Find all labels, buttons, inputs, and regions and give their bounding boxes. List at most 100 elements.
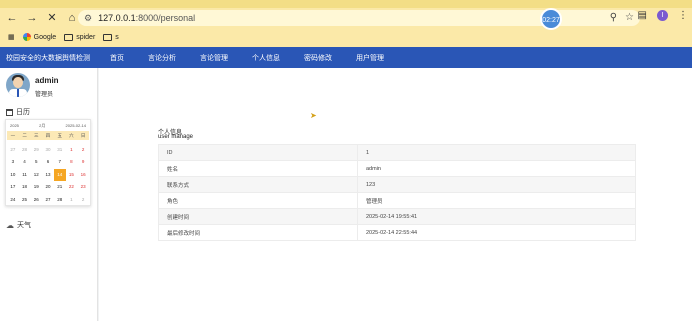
month-select[interactable]: 2月	[39, 123, 45, 129]
calendar-day[interactable]: 2	[77, 144, 89, 157]
menu-home[interactable]: 首页	[110, 53, 124, 63]
table-row: 联系方式 123	[158, 176, 636, 193]
calendar-day[interactable]: 24	[7, 194, 19, 207]
calendar-weekday: 一	[7, 131, 19, 140]
calendar-day[interactable]: 4	[19, 156, 31, 169]
bookmark-google[interactable]: Google	[22, 33, 56, 41]
calendar-day[interactable]: 31	[54, 144, 66, 157]
user-role: 管理员	[35, 92, 54, 98]
url-host: 127.0.0.1	[98, 13, 136, 23]
personal-info-table: ID 1 姓名 admin 联系方式 123 角色 管理员 创建时间 2025-02-14 19:…	[158, 144, 636, 241]
calendar-day-today[interactable]: 14	[53, 168, 66, 181]
table-row: 创建时间 2025-02-14 19:55:41	[158, 208, 636, 225]
avatar	[6, 73, 30, 97]
menu-kebab-icon[interactable]: ⋮	[678, 10, 688, 21]
field-label: 角色	[158, 192, 358, 209]
calendar-day[interactable]: 28	[19, 144, 31, 157]
calendar-day[interactable]: 1	[66, 194, 78, 207]
calendar-weekday: 四	[42, 131, 54, 140]
calendar-day[interactable]: 5	[30, 156, 42, 169]
calendar-day[interactable]: 12	[30, 169, 42, 182]
table-row: 最后修改时间 2025-02-14 22:55:44	[158, 224, 636, 241]
year-select[interactable]: 2025	[10, 123, 19, 128]
calendar-day[interactable]: 7	[54, 156, 66, 169]
site-info-icon[interactable]: ⚙	[84, 13, 92, 24]
table-row: ID 1	[158, 144, 636, 161]
calendar-day[interactable]: 29	[30, 144, 42, 157]
menu-password[interactable]: 密码修改	[304, 53, 332, 63]
forward-icon[interactable]: →	[24, 10, 40, 26]
folder-icon	[64, 33, 74, 41]
field-value: 2025-02-14 19:55:41	[357, 208, 636, 225]
calendar-day[interactable]: 15	[66, 169, 78, 182]
calendar-day[interactable]: 30	[42, 144, 54, 157]
zoom-icon[interactable]: ⚲	[610, 12, 617, 23]
calendar-day[interactable]: 17	[7, 181, 19, 194]
bookmarks-bar: ▦ Google spider s	[0, 30, 692, 44]
bookmark-spider[interactable]: spider	[64, 33, 95, 41]
calendar-day[interactable]: 26	[30, 194, 42, 207]
calendar-weekday: 日	[77, 131, 89, 140]
calendar-day[interactable]: 27	[42, 194, 54, 207]
calendar-day[interactable]: 11	[19, 169, 31, 182]
table-row: 角色 管理员	[158, 192, 636, 209]
field-label: ID	[158, 144, 358, 161]
field-value: 2025-02-14 22:55:44	[357, 224, 636, 241]
calendar-day[interactable]: 13	[42, 169, 54, 182]
apps-icon[interactable]: ▦	[8, 33, 15, 41]
stop-icon[interactable]: ✕	[44, 10, 60, 26]
calendar-day[interactable]: 3	[7, 156, 19, 169]
calendar-day[interactable]: 20	[42, 181, 54, 194]
field-label: 姓名	[158, 160, 358, 177]
google-icon	[22, 33, 31, 41]
menu-speech-manage[interactable]: 言论管理	[200, 53, 228, 63]
profile-avatar[interactable]: I	[657, 10, 668, 21]
calendar-grid: 一二三四五六日 27 28 29 30 31 1 2 3 4 5 6 7 8 9 10 11 12 13 14 15 16…	[6, 131, 90, 206]
field-value: 123	[357, 176, 636, 193]
calendar-day[interactable]: 27	[7, 144, 19, 157]
field-label: 联系方式	[158, 176, 358, 193]
cloud-icon: ☁	[6, 220, 14, 230]
field-value: 1	[357, 144, 636, 161]
calendar-weekday: 三	[30, 131, 43, 140]
sidebar: admin 管理员 日历 2025 2月 2025-02-14 一二三四五六日2…	[0, 68, 98, 321]
url-path: :8000/personal	[135, 13, 196, 23]
app-title: 校园安全的大数据舆情检测	[6, 54, 90, 62]
calendar-day[interactable]: 21	[54, 181, 66, 194]
calendar-day[interactable]: 10	[7, 169, 19, 182]
calendar-day[interactable]: 28	[54, 194, 66, 207]
app-header: 校园安全的大数据舆情检测 首页 言论分析 言论管理 个人信息 密码修改 用户管理	[0, 47, 692, 68]
field-value: admin	[357, 160, 636, 177]
folder-icon	[103, 33, 113, 41]
calendar-weekday: 五	[53, 131, 66, 140]
table-row: 姓名 admin	[158, 160, 636, 177]
menu-personal[interactable]: 个人信息	[252, 53, 280, 63]
extensions-icon[interactable]: ▤	[638, 10, 647, 21]
calendar-day[interactable]: 2	[77, 194, 89, 207]
calendar-day[interactable]: 6	[42, 156, 54, 169]
calendar-widget: 2025 2月 2025-02-14 一二三四五六日 27 28 29 30 31 1 2 3 4…	[5, 119, 91, 206]
menu-user-manage[interactable]: 用户管理	[356, 53, 384, 63]
calendar-heading: 日历	[6, 107, 30, 117]
calendar-weekday: 六	[65, 131, 78, 140]
bookmark-s[interactable]: s	[103, 33, 119, 41]
back-icon[interactable]: ←	[4, 10, 20, 26]
page-subtitle: user manage	[158, 134, 194, 140]
calendar-day[interactable]: 16	[77, 169, 89, 182]
calendar-day[interactable]: 1	[66, 144, 78, 157]
today-button[interactable]: 2025-02-14	[66, 123, 86, 128]
weather-heading: ☁ 天气	[6, 220, 31, 230]
calendar-day[interactable]: 25	[19, 194, 31, 207]
calendar-day[interactable]: 22	[66, 181, 78, 194]
star-icon[interactable]: ☆	[625, 12, 634, 23]
menu-analysis[interactable]: 言论分析	[148, 53, 176, 63]
browser-chrome: ← → ✕ ⌂ ⚙ 127.0.0.1:8000/personal ⚲ ☆ 02…	[0, 0, 692, 47]
recording-timer: 02:27	[540, 8, 562, 30]
calendar-day[interactable]: 8	[66, 156, 78, 169]
calendar-day[interactable]: 19	[30, 181, 42, 194]
field-label: 创建时间	[158, 208, 358, 225]
calendar-icon	[6, 108, 13, 116]
calendar-day[interactable]: 9	[77, 156, 89, 169]
calendar-day[interactable]: 23	[77, 181, 89, 194]
calendar-day[interactable]: 18	[19, 181, 31, 194]
